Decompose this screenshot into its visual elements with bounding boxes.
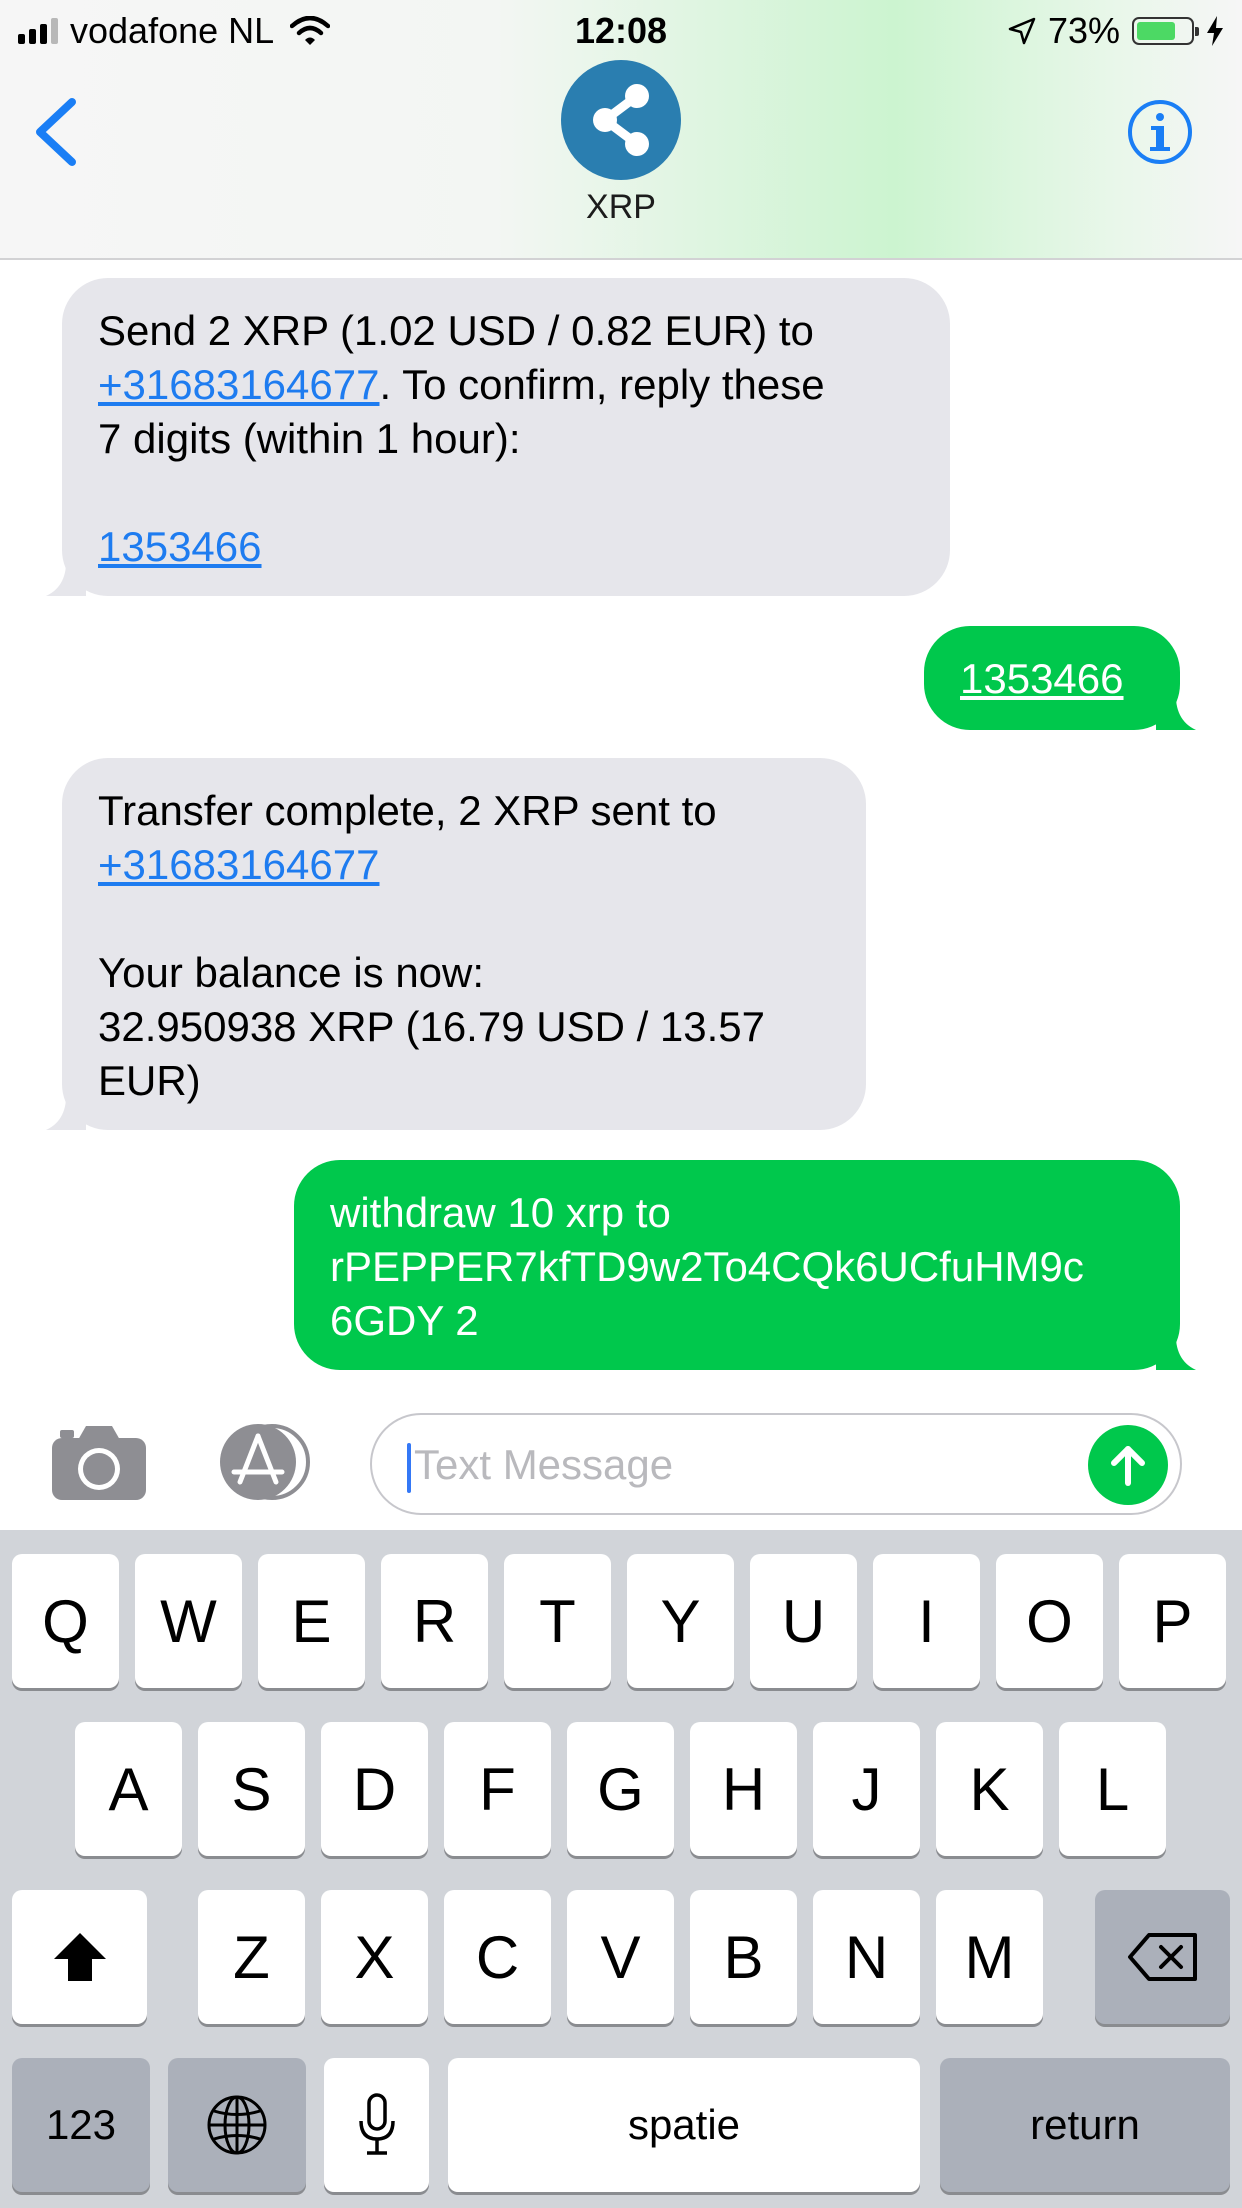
location-arrow-icon: [1008, 17, 1036, 45]
message-text-line: Your balance is now:: [98, 949, 485, 996]
key-r[interactable]: R: [381, 1554, 488, 1688]
key-v[interactable]: V: [567, 1890, 674, 2024]
confirmation-code-link[interactable]: 1353466: [98, 523, 262, 570]
xrp-logo-icon: [593, 84, 649, 156]
message-text-line: Transfer complete, 2 XRP sent to: [98, 787, 717, 834]
keyboard: Q W E R T Y U I O P A S D F G H J K L Z …: [0, 1530, 1242, 2208]
delete-key[interactable]: [1095, 1890, 1230, 2024]
shift-icon: [53, 1933, 106, 1981]
return-key[interactable]: return: [940, 2058, 1230, 2192]
key-o[interactable]: O: [996, 1554, 1103, 1688]
key-g[interactable]: G: [567, 1722, 674, 1856]
status-bar: vodafone NL 12:08 73%: [0, 0, 1242, 62]
key-w[interactable]: W: [135, 1554, 242, 1688]
bubble-tail: [46, 1090, 86, 1130]
key-x[interactable]: X: [321, 1890, 428, 2024]
send-button[interactable]: [1088, 1425, 1168, 1505]
text-cursor: [407, 1443, 411, 1493]
key-z[interactable]: Z: [198, 1890, 305, 2024]
numbers-key[interactable]: 123: [12, 2058, 150, 2192]
globe-icon: [207, 2095, 267, 2155]
info-button[interactable]: [1126, 98, 1194, 166]
battery-icon: [1132, 17, 1199, 45]
backspace-icon: [1127, 1933, 1197, 1981]
battery-percentage: 73%: [1047, 10, 1120, 51]
message-input-field[interactable]: Text Message: [370, 1413, 1182, 1515]
key-j[interactable]: J: [813, 1722, 920, 1856]
message-text-line: Send 2 XRP (1.02 USD / 0.82 EUR) to: [98, 307, 814, 354]
key-p[interactable]: P: [1119, 1554, 1226, 1688]
camera-button[interactable]: [50, 1422, 148, 1502]
phone-number-link[interactable]: +31683164677: [98, 361, 379, 408]
bubble-tail: [1156, 690, 1196, 730]
message-input-placeholder: Text Message: [414, 1441, 674, 1488]
space-key[interactable]: spatie: [448, 2058, 920, 2192]
shift-key[interactable]: [12, 1890, 147, 2024]
app-store-icon: [220, 1424, 310, 1500]
outgoing-message: withdraw 10 xrp to rPEPPER7kfTD9w2To4CQk…: [294, 1160, 1196, 1370]
key-c[interactable]: C: [444, 1890, 551, 2024]
message-text-line: . To confirm, reply these: [379, 361, 825, 408]
key-s[interactable]: S: [198, 1722, 305, 1856]
key-y[interactable]: Y: [627, 1554, 734, 1688]
confirmation-code-link[interactable]: 1353466: [960, 655, 1124, 702]
key-t[interactable]: T: [504, 1554, 611, 1688]
key-n[interactable]: N: [813, 1890, 920, 2024]
message-text-line: rPEPPER7kfTD9w2To4CQk6UCfuHM9c: [330, 1243, 1084, 1290]
message-text-line: 6GDY 2: [330, 1297, 479, 1344]
message-input-bar: Text Message: [0, 1398, 1242, 1530]
key-h[interactable]: H: [690, 1722, 797, 1856]
info-icon: [1128, 100, 1192, 164]
message-text-line: 32.950938 XRP (16.79 USD / 13.57: [98, 1003, 766, 1050]
contact-avatar[interactable]: [561, 60, 681, 180]
contact-name[interactable]: XRP: [0, 188, 1242, 227]
key-m[interactable]: M: [936, 1890, 1043, 2024]
app-store-button[interactable]: [210, 1422, 320, 1502]
globe-key[interactable]: [168, 2058, 306, 2192]
message-text-line: EUR): [98, 1057, 201, 1104]
bubble-tail: [1156, 1330, 1196, 1370]
outgoing-message: 1353466: [924, 626, 1196, 730]
key-q[interactable]: Q: [12, 1554, 119, 1688]
camera-icon: [52, 1426, 146, 1500]
back-button[interactable]: [28, 92, 88, 172]
incoming-message: Send 2 XRP (1.02 USD / 0.82 EUR) to +316…: [46, 278, 950, 596]
dictation-key[interactable]: [324, 2058, 429, 2192]
key-l[interactable]: L: [1059, 1722, 1166, 1856]
key-k[interactable]: K: [936, 1722, 1043, 1856]
charging-bolt-icon: [1207, 16, 1223, 46]
key-e[interactable]: E: [258, 1554, 365, 1688]
microphone-icon: [358, 2093, 395, 2155]
phone-number-link[interactable]: +31683164677: [98, 841, 379, 888]
key-u[interactable]: U: [750, 1554, 857, 1688]
chevron-left-icon: [36, 98, 76, 166]
message-text-line: 7 digits (within 1 hour):: [98, 415, 521, 462]
message-text-line: withdraw 10 xrp to: [330, 1189, 671, 1236]
key-f[interactable]: F: [444, 1722, 551, 1856]
key-b[interactable]: B: [690, 1890, 797, 2024]
incoming-message: Transfer complete, 2 XRP sent to +316831…: [46, 758, 866, 1130]
bubble-tail: [46, 556, 86, 596]
key-a[interactable]: A: [75, 1722, 182, 1856]
key-i[interactable]: I: [873, 1554, 980, 1688]
arrow-up-icon: [1111, 1446, 1145, 1486]
key-d[interactable]: D: [321, 1722, 428, 1856]
